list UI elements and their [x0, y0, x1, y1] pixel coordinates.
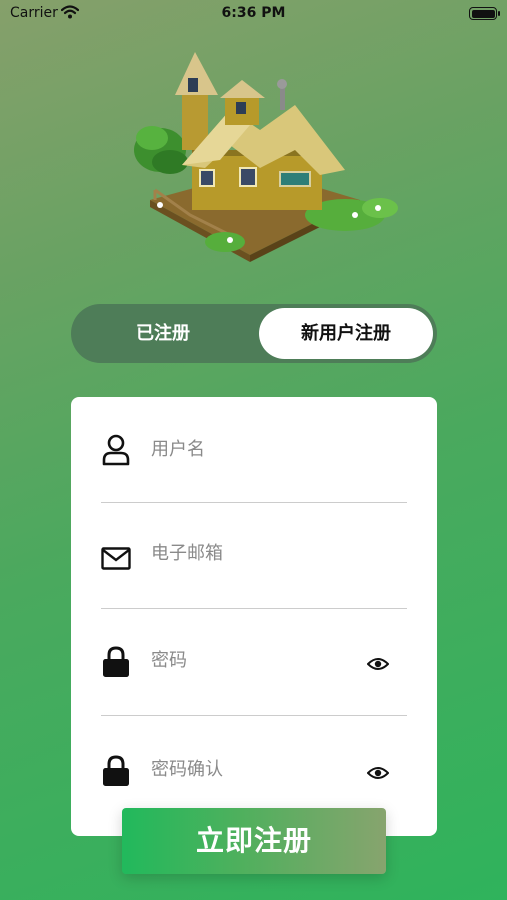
password-input[interactable] — [151, 650, 351, 671]
register-now-button[interactable]: 立即注册 — [122, 808, 386, 874]
battery-icon — [469, 7, 500, 20]
status-bar: Carrier 6:36 PM — [0, 0, 507, 28]
confirm-password-input[interactable] — [151, 759, 351, 780]
lock-icon — [103, 755, 129, 786]
email-input[interactable] — [151, 543, 351, 564]
eye-icon[interactable] — [367, 765, 389, 781]
user-icon — [102, 434, 130, 466]
eye-icon[interactable] — [367, 656, 389, 672]
password-field-row — [101, 610, 407, 716]
username-field-row — [101, 397, 407, 503]
email-field-row — [101, 503, 407, 609]
mail-icon — [101, 547, 131, 570]
tab-new-user-register[interactable]: 新用户注册 — [259, 308, 433, 359]
lock-icon — [103, 646, 129, 677]
username-input[interactable] — [151, 439, 351, 460]
divider — [101, 715, 407, 716]
register-form-card — [71, 397, 437, 836]
treehouse-illustration — [134, 52, 398, 262]
tab-registered[interactable]: 已注册 — [75, 308, 251, 359]
clock: 6:36 PM — [221, 5, 286, 21]
divider — [101, 608, 407, 609]
auth-mode-segmented-control: 已注册 新用户注册 — [71, 304, 437, 363]
